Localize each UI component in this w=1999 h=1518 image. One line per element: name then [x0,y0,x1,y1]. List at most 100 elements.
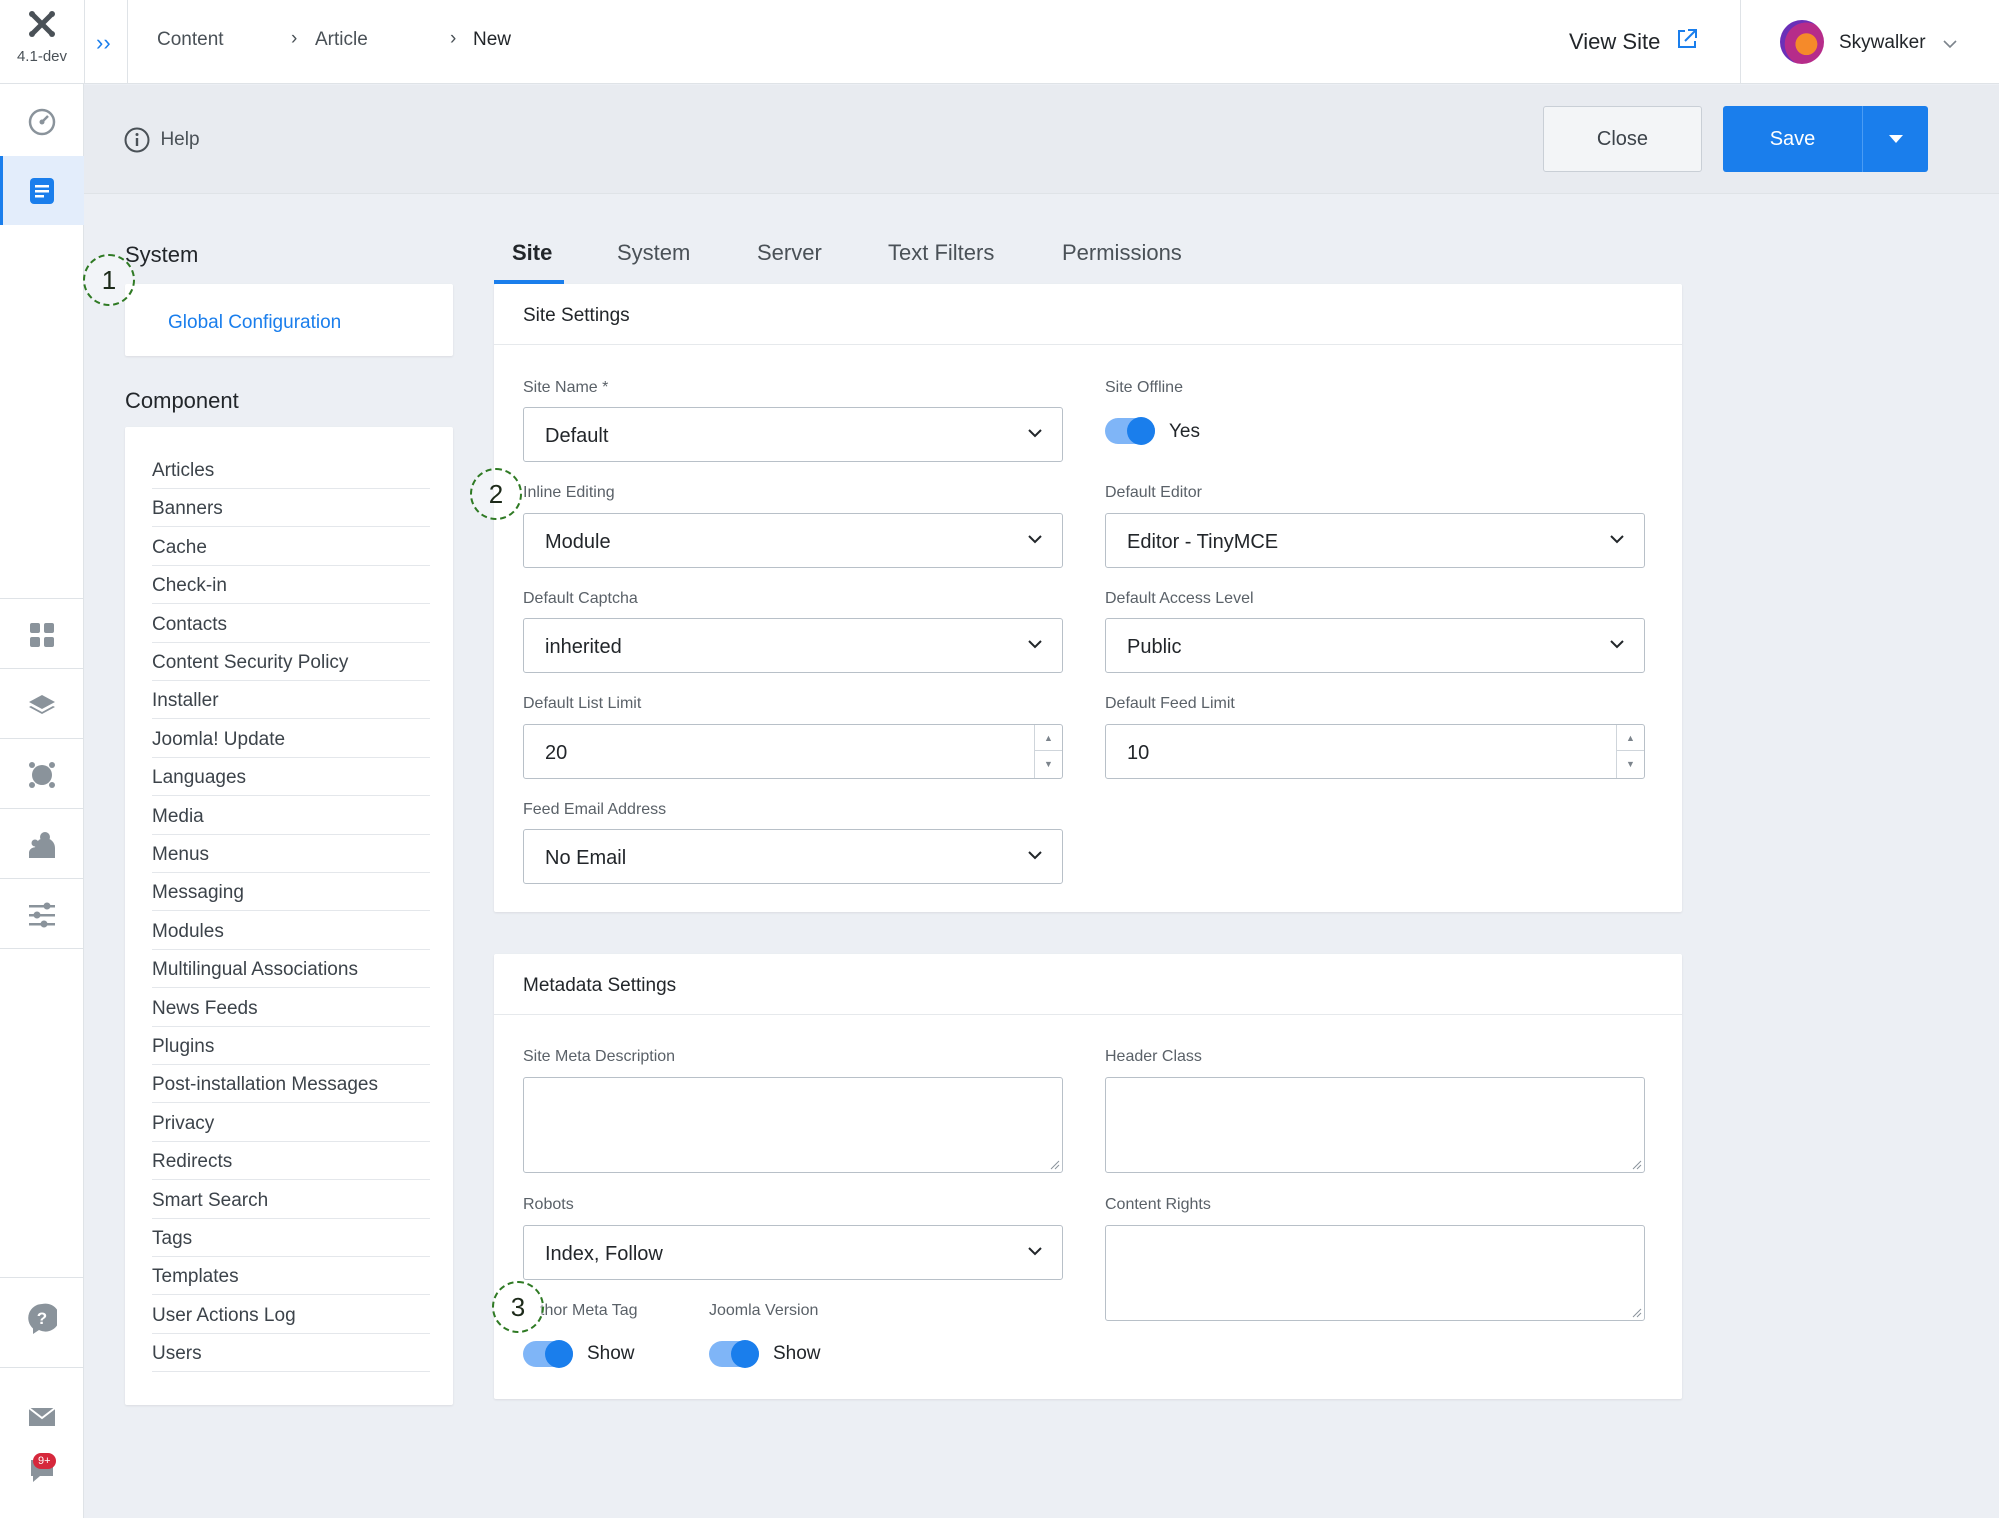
default-captcha-select[interactable]: inherited [523,618,1063,673]
save-button[interactable]: Save [1723,106,1862,172]
component-item[interactable]: Modules [152,912,430,950]
component-item[interactable]: Users [152,1334,430,1373]
content-rights-textarea[interactable] [1105,1225,1645,1321]
component-item[interactable]: Contacts [152,605,430,643]
meta-description-textarea[interactable] [523,1077,1063,1173]
joomla-version-toggle[interactable] [709,1340,759,1368]
sidebar-item-menus[interactable] [0,603,84,667]
component-item[interactable]: Check-in [152,566,430,605]
component-item[interactable]: Articles [152,451,430,489]
component-item[interactable]: Cache [152,528,430,566]
sidebar-item-system[interactable] [0,883,84,947]
site-offline-value: Yes [1169,421,1200,442]
sidebar-item-dashboard[interactable] [0,90,84,154]
help-button[interactable]: Help [124,127,200,153]
component-item[interactable]: Redirects [152,1142,430,1181]
svg-text:?: ? [37,1309,47,1328]
metadata-title: Metadata Settings [523,975,677,996]
component-item[interactable]: Content Security Policy [152,643,430,681]
author-meta-toggle[interactable] [523,1340,573,1368]
chevron-down-icon [1028,851,1042,860]
chevron-down-icon [1028,640,1042,649]
stepper-up-icon[interactable]: ▲ [1617,725,1644,751]
save-dropdown-button[interactable] [1862,106,1928,172]
chevron-down-icon [1610,535,1624,544]
resize-grip-icon[interactable] [1632,1160,1642,1170]
author-meta-label: thor Meta Tag [540,1302,638,1319]
breadcrumb-item-article[interactable]: Article [315,29,368,51]
author-meta-value: Show [587,1343,635,1364]
component-item[interactable]: Plugins [152,1027,430,1065]
robots-select[interactable]: Index, Follow [523,1225,1063,1280]
close-button[interactable]: Close [1543,106,1702,172]
notification-badge: 9+ [33,1453,56,1469]
users-icon [29,832,55,858]
list-limit-label: Default List Limit [523,695,642,712]
tab-permissions[interactable]: Permissions [1062,240,1182,266]
component-item[interactable]: Media [152,797,430,835]
component-item[interactable]: Tags [152,1219,430,1257]
tab-server[interactable]: Server [757,240,822,266]
tab-site[interactable]: Site [512,240,552,266]
version-label: 4.1-dev [16,48,68,65]
component-item[interactable]: Messaging [152,873,430,912]
feed-limit-stepper[interactable]: ▲ ▼ [1616,725,1644,778]
caret-down-icon [1888,135,1903,143]
default-access-select[interactable]: Public [1105,618,1645,673]
view-site-link[interactable]: View Site [1569,28,1698,55]
component-item[interactable]: Templates [152,1257,430,1296]
sidebar-item-components[interactable] [0,673,84,737]
chevron-down-icon [1028,535,1042,544]
sidebar-item-users[interactable] [0,743,84,807]
sidebar-item-user-manager[interactable] [0,813,84,877]
global-configuration-link[interactable]: Global Configuration [168,312,341,334]
info-icon [124,127,150,153]
feed-email-select[interactable]: No Email [523,829,1063,884]
robots-label: Robots [523,1196,574,1213]
header-class-textarea[interactable] [1105,1077,1645,1173]
chevron-down-icon [1028,1247,1042,1256]
component-item[interactable]: Menus [152,835,430,873]
default-access-label: Default Access Level [1105,590,1254,607]
component-item[interactable]: Languages [152,758,430,797]
sidebar-toggle-icon[interactable]: ›› [96,30,111,56]
feed-email-label: Feed Email Address [523,801,667,818]
component-item[interactable]: Installer [152,681,430,720]
site-name-value: Default [545,425,609,447]
sidebar-item-notifications[interactable]: 9+ [0,1439,84,1503]
sidebar-item-content[interactable] [0,159,84,223]
component-item[interactable]: User Actions Log [152,1296,430,1334]
list-limit-input[interactable]: 20 ▲ ▼ [523,724,1063,779]
component-item[interactable]: Joomla! Update [152,720,430,758]
site-name-label: Site Name * [523,379,609,396]
site-name-select[interactable]: Default [523,407,1063,462]
tab-system[interactable]: System [617,240,690,266]
component-item[interactable]: Banners [152,489,430,528]
resize-grip-icon[interactable] [1632,1308,1642,1318]
feed-limit-input[interactable]: 10 ▲ ▼ [1105,724,1645,779]
stepper-down-icon[interactable]: ▼ [1035,751,1062,777]
component-item[interactable]: Privacy [152,1104,430,1142]
site-offline-toggle[interactable] [1105,417,1155,445]
component-item[interactable]: Multilingual Associations [152,950,430,989]
component-item[interactable]: Post-installation Messages [152,1065,430,1104]
joomla-logo[interactable]: 4.1-dev [0,0,84,84]
resize-grip-icon[interactable] [1050,1160,1060,1170]
help-label: Help [160,129,200,150]
list-limit-stepper[interactable]: ▲ ▼ [1034,725,1062,778]
user-menu[interactable]: Skywalker [1780,20,1980,64]
inline-editing-select[interactable]: Module [523,513,1063,568]
stepper-down-icon[interactable]: ▼ [1617,751,1644,777]
breadcrumb-item-content[interactable]: Content [157,29,224,51]
component-item[interactable]: News Feeds [152,989,430,1027]
top-header: 4.1-dev ›› Content › Article › New View … [0,0,1999,84]
site-offline-label: Site Offline [1105,379,1183,396]
breadcrumb-separator-icon: › [450,28,457,49]
sidebar-item-help[interactable]: ? [0,1287,84,1351]
default-captcha-value: inherited [545,636,622,658]
default-editor-select[interactable]: Editor - TinyMCE [1105,513,1645,568]
stepper-up-icon[interactable]: ▲ [1035,725,1062,751]
content-rights-label: Content Rights [1105,1196,1211,1213]
tab-text-filters[interactable]: Text Filters [888,240,994,266]
component-item[interactable]: Smart Search [152,1181,430,1219]
